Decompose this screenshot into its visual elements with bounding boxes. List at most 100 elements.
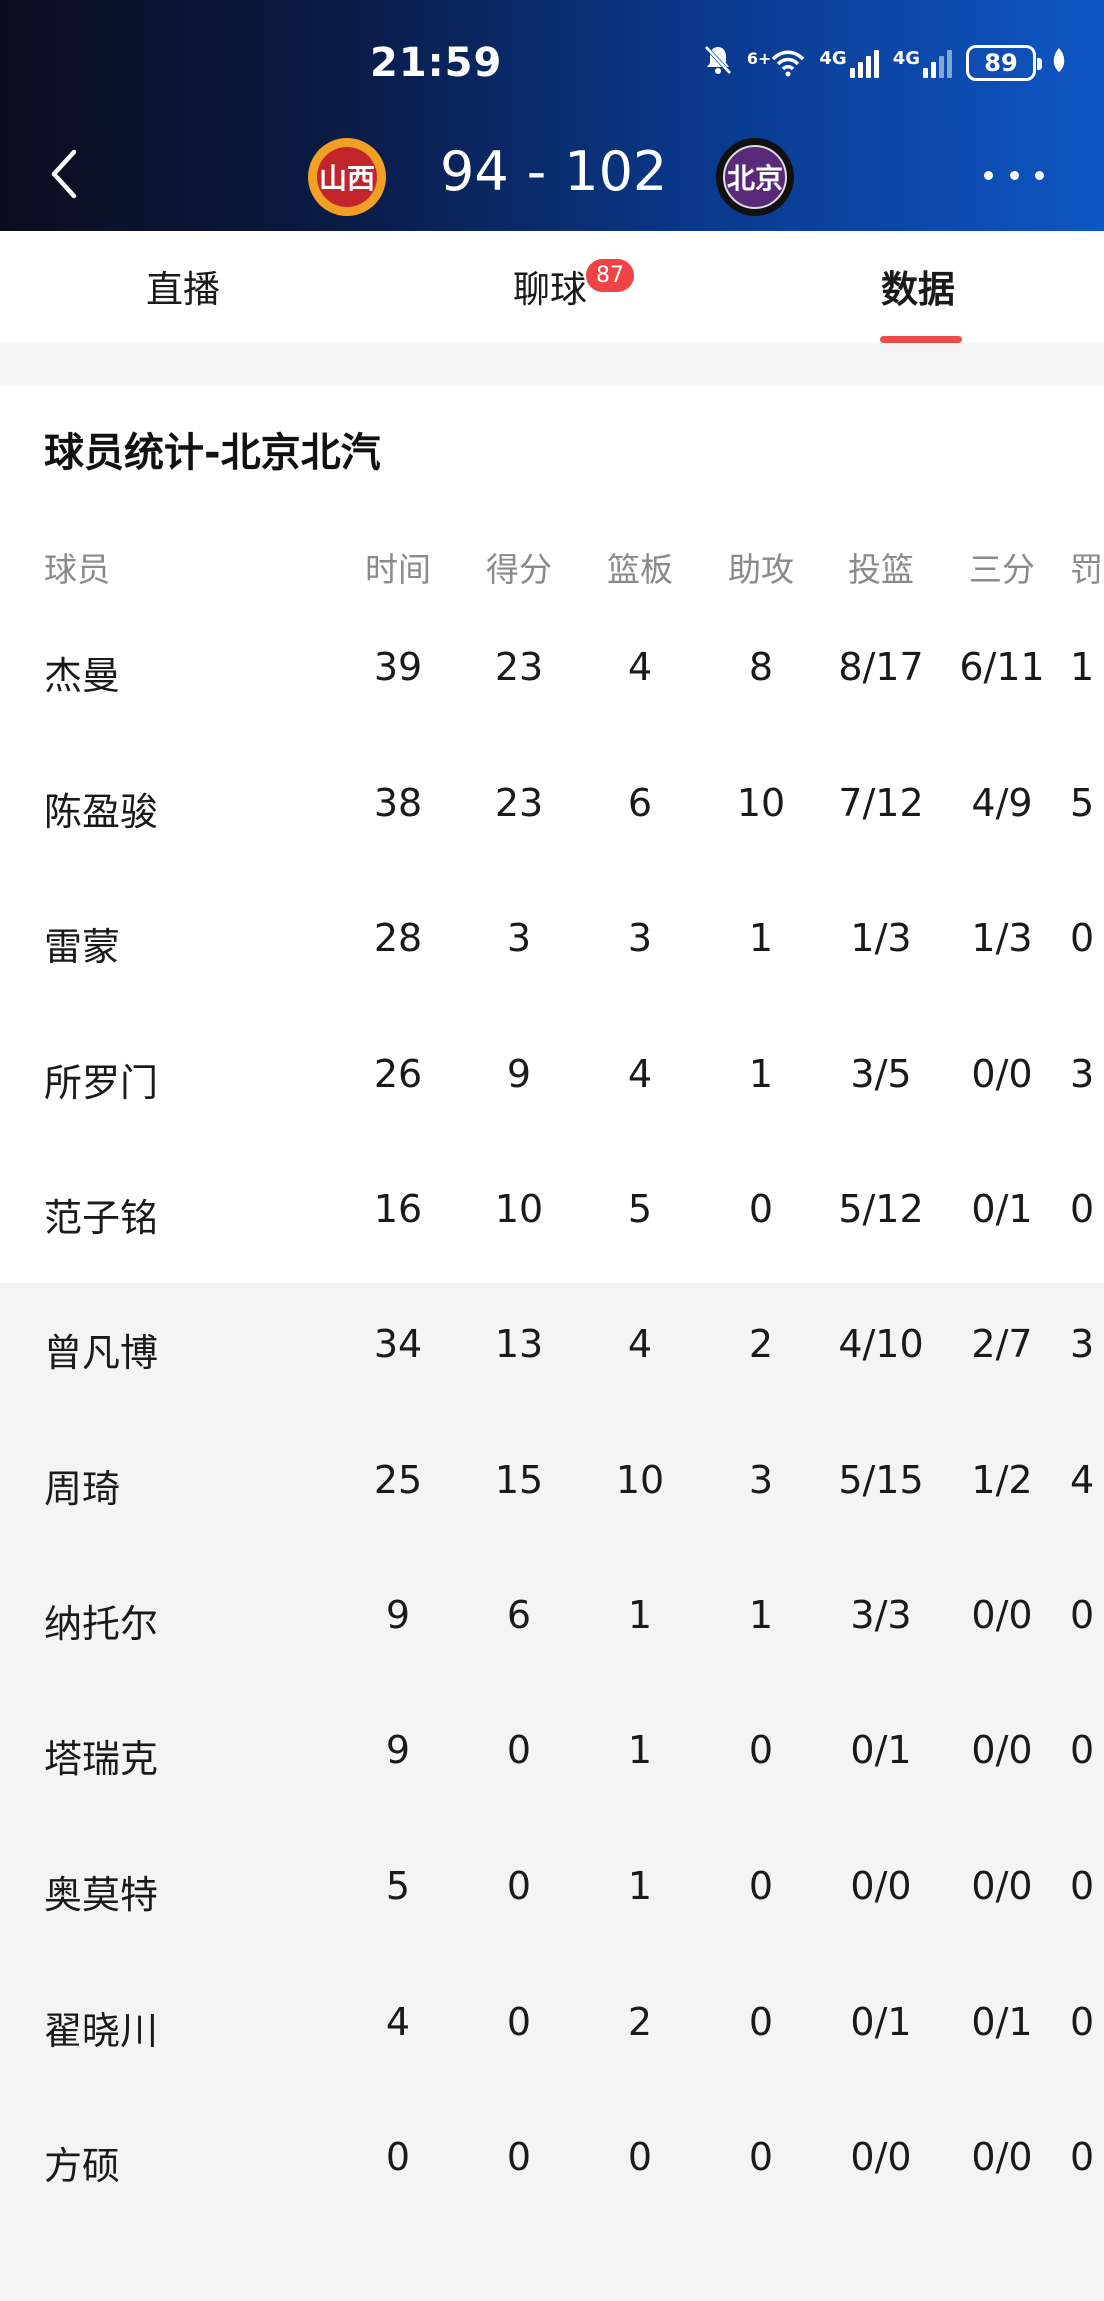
wifi-icon: 6+ [747,49,806,77]
stat-rebounds: 1 [627,1864,653,1908]
section-title: 球员统计-北京北汽 [44,430,381,476]
stat-3pt: 0/0 [971,1728,1033,1772]
stat-points: 0 [506,1864,532,1908]
stat-3pt: 0/0 [971,1593,1033,1637]
stat-minutes: 26 [373,1052,423,1096]
table-row[interactable]: 塔瑞克 9 0 1 0 0/1 0/0 0 [0,1728,1104,1808]
stat-points: 15 [494,1458,544,1502]
stat-rebounds: 3 [627,916,653,960]
home-score: 94 [440,140,509,203]
network-label-3: 4G [892,48,920,69]
signal-strength-icon-1: 4G [819,48,879,78]
stat-assists: 0 [748,1864,774,1908]
stat-points: 6 [506,1593,532,1637]
stat-assists: 0 [748,2000,774,2044]
battery-level: 89 [984,49,1018,77]
away-team-logo[interactable]: 北京 [716,138,794,216]
stat-ft: 0 [1070,1864,1095,1908]
stat-points: 13 [494,1322,544,1366]
stat-fg: 3/5 [850,1052,912,1096]
tab-chat[interactable]: 聊球 [513,259,587,313]
table-row[interactable]: 陈盈骏 38 23 6 10 7/12 4/9 5 [0,781,1104,861]
stat-fg: 1/3 [850,916,912,960]
tab-bar: 直播 聊球 87 数据 [0,231,1104,343]
more-options-icon[interactable] [984,160,1044,190]
stat-assists: 3 [748,1458,774,1502]
stat-rebounds: 1 [627,1728,653,1772]
table-row[interactable]: 方硕 0 0 0 0 0/0 0/0 0 [0,2135,1104,2215]
table-row[interactable]: 杰曼 39 23 4 8 8/17 6/11 1 [0,645,1104,725]
stat-assists: 8 [748,645,774,689]
stat-assists: 1 [748,916,774,960]
col-header-rebounds[interactable]: 篮板 [580,543,700,591]
table-row[interactable]: 所罗门 26 9 4 1 3/5 0/0 3 [0,1052,1104,1132]
stat-minutes: 0 [385,2135,411,2179]
col-header-assists[interactable]: 助攻 [701,543,821,591]
stat-3pt: 0/1 [971,1187,1033,1231]
stat-points: 10 [494,1187,544,1231]
tab-live[interactable]: 直播 [146,259,220,313]
table-row[interactable]: 奥莫特 5 0 1 0 0/0 0/0 0 [0,1864,1104,1944]
tab-data[interactable]: 数据 [881,259,955,313]
player-name: 纳托尔 [44,1602,159,1646]
stat-3pt: 1/3 [971,916,1033,960]
table-row[interactable]: 翟晓川 4 0 2 0 0/1 0/1 0 [0,2000,1104,2080]
col-header-minutes[interactable]: 时间 [338,543,458,591]
stat-minutes: 34 [373,1322,423,1366]
back-arrow-icon[interactable] [46,146,86,202]
leaf-icon [1050,46,1068,80]
stat-rebounds: 4 [627,1052,653,1096]
stat-minutes: 25 [373,1458,423,1502]
stat-rebounds: 5 [627,1187,653,1231]
stat-assists: 2 [748,1322,774,1366]
stat-points: 9 [506,1052,532,1096]
home-team-logo[interactable]: 山西 [308,138,386,216]
signal-strength-icon-2: 4G [893,48,952,78]
player-name: 塔瑞克 [44,1737,159,1781]
stat-fg: 3/3 [850,1593,912,1637]
stat-rebounds: 10 [615,1458,665,1502]
score-separator: - [526,140,547,203]
stat-points: 0 [506,1728,532,1772]
stat-rebounds: 0 [627,2135,653,2179]
stat-points: 23 [494,781,544,825]
stat-ft: 0 [1070,2000,1095,2044]
stat-assists: 1 [748,1052,774,1096]
player-name: 奥莫特 [44,1873,159,1917]
stat-minutes: 16 [373,1187,423,1231]
stat-fg: 0/0 [850,2135,912,2179]
col-header-points[interactable]: 得分 [459,543,579,591]
stat-fg: 8/17 [838,645,924,689]
stat-rebounds: 1 [627,1593,653,1637]
stat-rebounds: 4 [627,645,653,689]
stat-3pt: 4/9 [971,781,1033,825]
stat-assists: 0 [748,1728,774,1772]
stat-3pt: 1/2 [971,1458,1033,1502]
table-row[interactable]: 纳托尔 9 6 1 1 3/3 0/0 0 [0,1593,1104,1673]
player-name: 周琦 [44,1467,121,1511]
player-name: 雷蒙 [44,925,121,969]
table-row[interactable]: 曾凡博 34 13 4 2 4/10 2/7 3 [0,1322,1104,1402]
stat-points: 23 [494,645,544,689]
player-name: 翟晓川 [44,2009,159,2053]
col-header-fg[interactable]: 投篮 [821,543,941,591]
stat-minutes: 4 [385,2000,411,2044]
table-header: 球员 时间 得分 篮板 助攻 投篮 三分 罚 [0,543,1104,623]
stat-minutes: 28 [373,916,423,960]
col-header-3pt[interactable]: 三分 [942,543,1062,591]
stat-fg: 7/12 [838,781,924,825]
player-name: 曾凡博 [44,1331,159,1375]
home-team-logo-text: 山西 [318,162,375,195]
stat-3pt: 0/0 [971,1864,1033,1908]
stat-ft: 0 [1070,1728,1095,1772]
network-label-2: 4G [819,48,847,69]
player-name: 方硕 [44,2144,121,2188]
table-row[interactable]: 周琦 25 15 10 3 5/15 1/2 4 [0,1458,1104,1538]
match-header: 21:59 6+ 4G 4G 89 山西 94 - 102 北京 [0,0,1104,231]
table-row[interactable]: 范子铭 16 10 5 0 5/12 0/1 0 [0,1187,1104,1267]
table-row[interactable]: 雷蒙 28 3 3 1 1/3 1/3 0 [0,916,1104,996]
away-score: 102 [564,140,668,203]
stat-fg: 5/15 [838,1458,924,1502]
stat-ft: 3 [1070,1322,1095,1366]
col-header-ft[interactable]: 罚 [1070,543,1104,591]
